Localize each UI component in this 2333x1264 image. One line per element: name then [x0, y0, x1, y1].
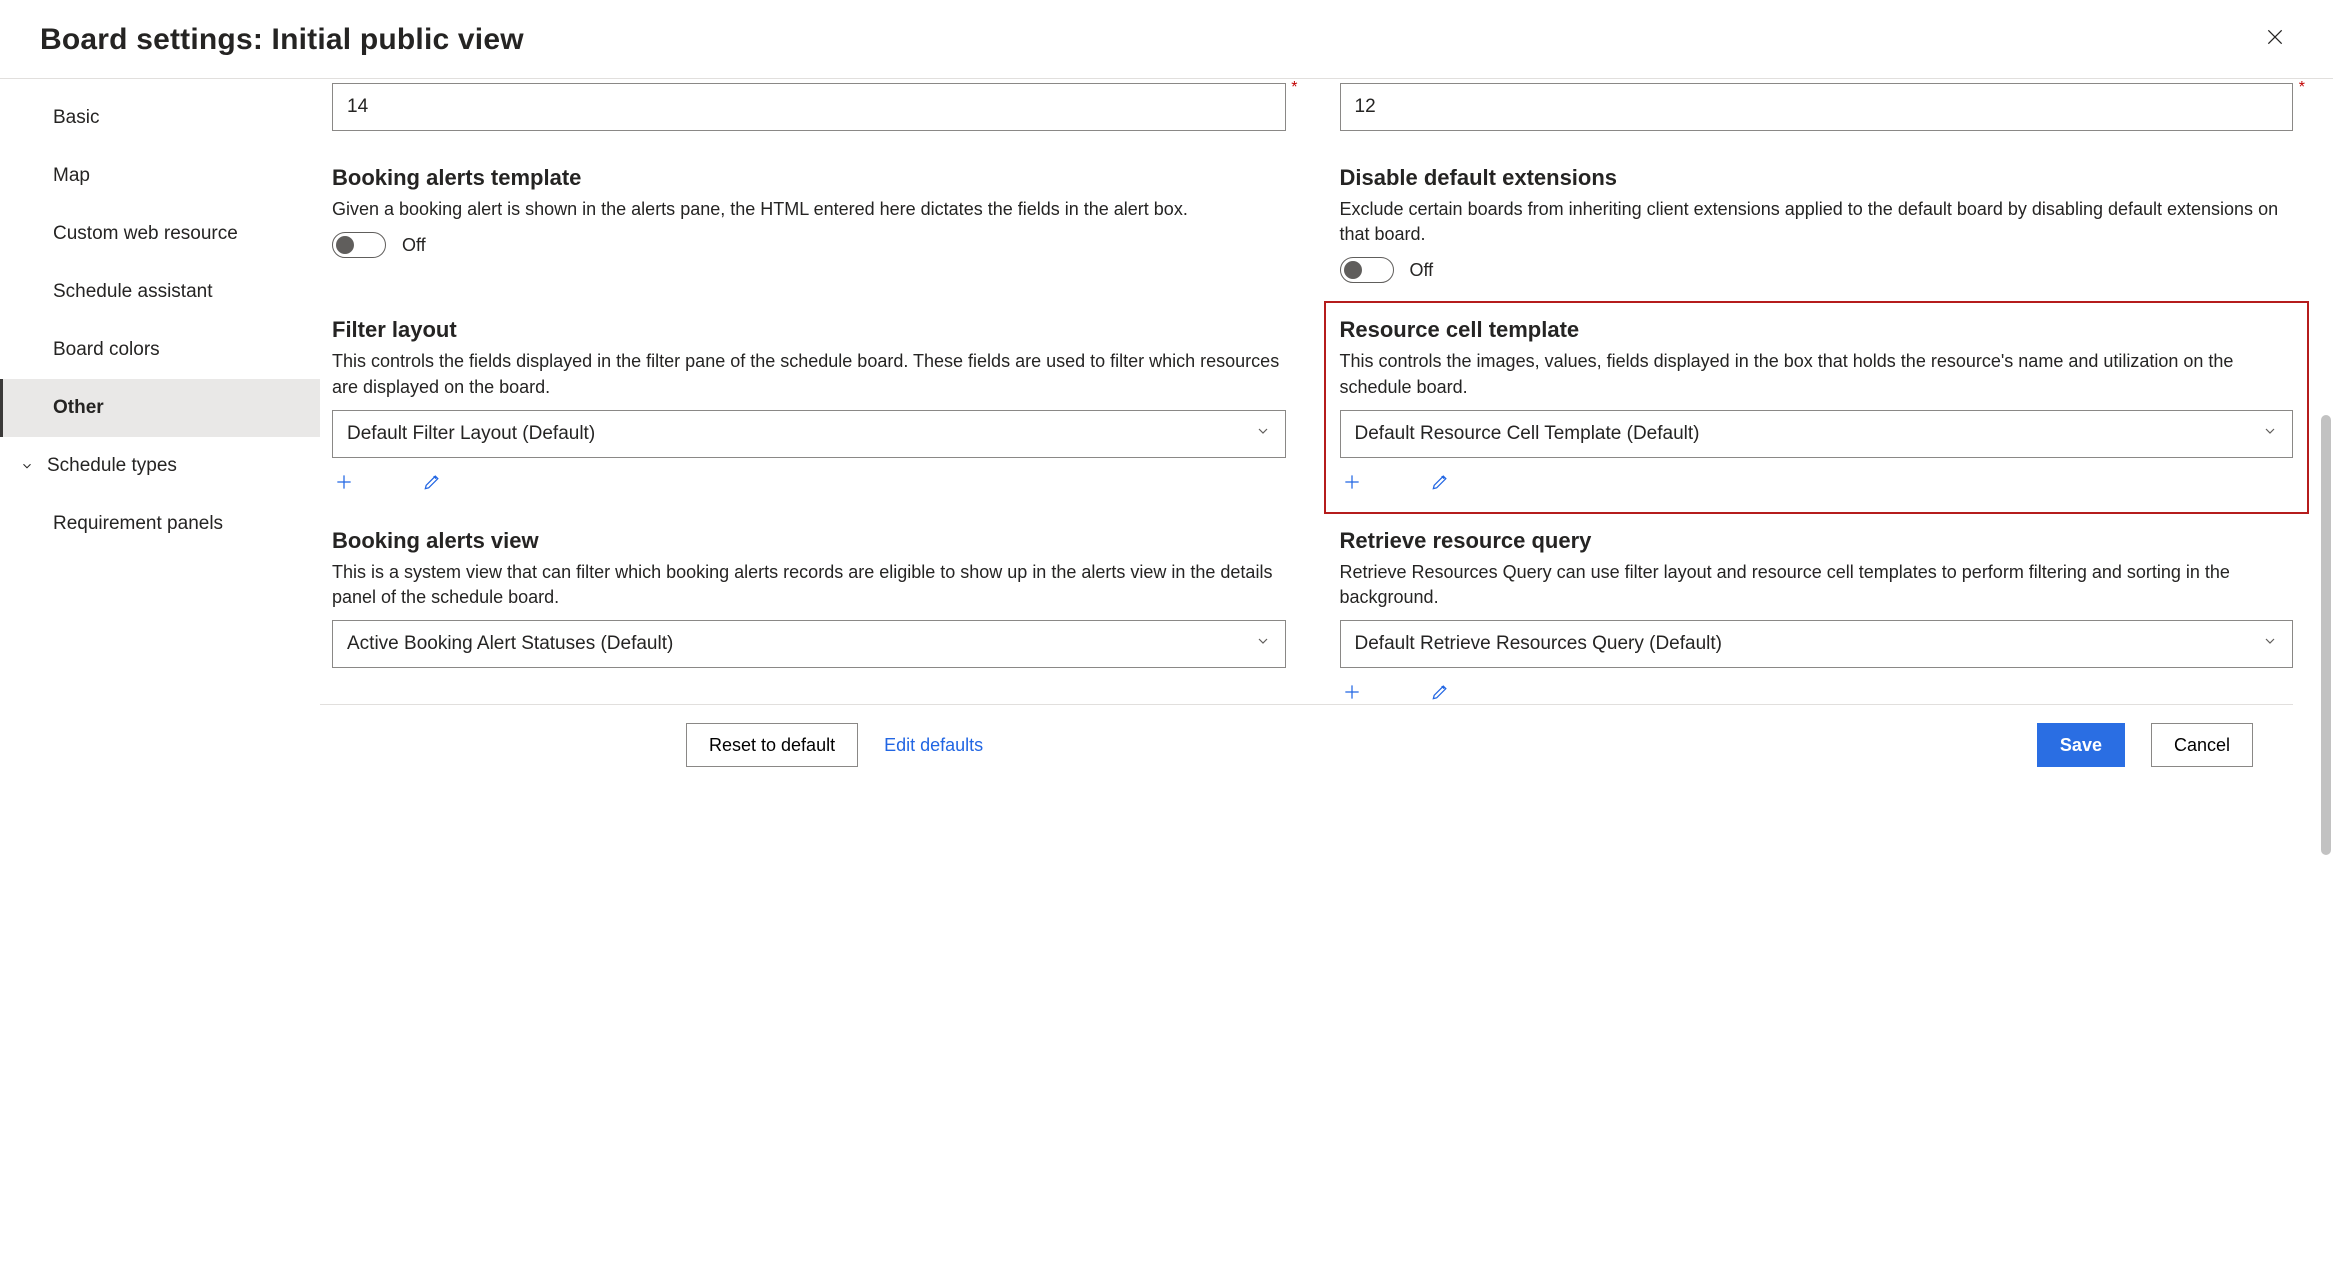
- cancel-button[interactable]: Cancel: [2151, 723, 2253, 767]
- toggle-label: Off: [1410, 260, 1434, 281]
- section-description: Retrieve Resources Query can use filter …: [1340, 560, 2294, 610]
- section-title: Booking alerts template: [332, 165, 1286, 191]
- section-filter-layout: Filter layout This controls the fields d…: [332, 317, 1286, 493]
- sidebar-item-label: Schedule types: [47, 455, 177, 477]
- chevron-down-icon: [1255, 423, 1271, 445]
- select-retrieve-resource-query[interactable]: Default Retrieve Resources Query (Defaul…: [1340, 620, 2294, 668]
- field-number-left[interactable]: 14: [332, 83, 1286, 131]
- dialog-footer: Reset to default Edit defaults Save Canc…: [320, 704, 2293, 785]
- sidebar-item-board-colors[interactable]: Board colors: [0, 321, 320, 379]
- section-description: Given a booking alert is shown in the al…: [332, 197, 1286, 222]
- sidebar-item-label: Schedule assistant: [53, 281, 213, 303]
- section-description: This controls the images, values, fields…: [1340, 349, 2294, 399]
- button-label: Reset to default: [709, 735, 835, 756]
- section-title: Disable default extensions: [1340, 165, 2294, 191]
- select-filter-layout[interactable]: Default Filter Layout (Default): [332, 410, 1286, 458]
- select-value: Default Filter Layout (Default): [347, 423, 595, 445]
- sidebar-item-schedule-types[interactable]: Schedule types: [0, 437, 320, 495]
- section-disable-default-extensions: Disable default extensions Exclude certa…: [1340, 165, 2294, 283]
- sidebar-item-basic[interactable]: Basic: [0, 89, 320, 147]
- filter-layout-actions: [332, 470, 1286, 494]
- sidebar-item-map[interactable]: Map: [0, 147, 320, 205]
- section-booking-alerts-view: Booking alerts view This is a system vie…: [332, 528, 1286, 704]
- field-number-right[interactable]: 12: [1340, 83, 2294, 131]
- toggle-knob: [1344, 261, 1362, 279]
- add-icon[interactable]: [1340, 680, 1364, 704]
- sidebar-item-label: Other: [53, 397, 104, 419]
- sidebar-item-label: Basic: [53, 107, 99, 129]
- sidebar-item-label: Map: [53, 165, 90, 187]
- sidebar-item-label: Requirement panels: [53, 513, 223, 535]
- edit-defaults-link[interactable]: Edit defaults: [884, 735, 983, 756]
- toggle-booking-alerts-template[interactable]: [332, 232, 386, 258]
- section-description: This controls the fields displayed in th…: [332, 349, 1286, 399]
- section-title: Resource cell template: [1340, 317, 2294, 343]
- edit-icon[interactable]: [420, 470, 444, 494]
- toggle-label: Off: [402, 235, 426, 256]
- link-label: Edit defaults: [884, 735, 983, 755]
- button-label: Save: [2060, 735, 2102, 756]
- section-description: Exclude certain boards from inheriting c…: [1340, 197, 2294, 247]
- section-resource-cell-template: Resource cell template This controls the…: [1340, 317, 2294, 493]
- dialog-title: Board settings: Initial public view: [40, 23, 524, 57]
- button-label: Cancel: [2174, 735, 2230, 756]
- sidebar-item-custom-web-resource[interactable]: Custom web resource: [0, 205, 320, 263]
- chevron-down-icon: [1255, 633, 1271, 655]
- section-retrieve-resource-query: Retrieve resource query Retrieve Resourc…: [1340, 528, 2294, 704]
- select-value: Default Retrieve Resources Query (Defaul…: [1355, 633, 1722, 655]
- sidebar-item-other[interactable]: Other: [0, 379, 320, 437]
- sidebar-item-schedule-assistant[interactable]: Schedule assistant: [0, 263, 320, 321]
- field-number-right-wrapper: 12: [1340, 83, 2294, 131]
- add-icon[interactable]: [332, 470, 356, 494]
- close-icon: [2265, 27, 2285, 53]
- sidebar-item-requirement-panels[interactable]: Requirement panels: [0, 495, 320, 553]
- remove-icon[interactable]: [376, 470, 400, 494]
- section-title: Retrieve resource query: [1340, 528, 2294, 554]
- scrollbar-thumb[interactable]: [2321, 415, 2331, 855]
- chevron-down-icon: [19, 458, 35, 474]
- sidebar-item-label: Board colors: [53, 339, 160, 361]
- dialog-header: Board settings: Initial public view: [0, 0, 2333, 79]
- select-resource-cell-template[interactable]: Default Resource Cell Template (Default): [1340, 410, 2294, 458]
- select-booking-alerts-view[interactable]: Active Booking Alert Statuses (Default): [332, 620, 1286, 668]
- settings-sidebar: Basic Map Custom web resource Schedule a…: [0, 79, 320, 1264]
- field-number-left-wrapper: 14: [332, 83, 1286, 131]
- section-description: This is a system view that can filter wh…: [332, 560, 1286, 610]
- toggle-disable-default-extensions[interactable]: [1340, 257, 1394, 283]
- edit-icon[interactable]: [1428, 470, 1452, 494]
- save-button[interactable]: Save: [2037, 723, 2125, 767]
- close-button[interactable]: [2257, 22, 2293, 58]
- select-value: Active Booking Alert Statuses (Default): [347, 633, 673, 655]
- remove-icon[interactable]: [1384, 470, 1408, 494]
- sidebar-item-label: Custom web resource: [53, 223, 238, 245]
- chevron-down-icon: [2262, 423, 2278, 445]
- chevron-down-icon: [2262, 633, 2278, 655]
- resource-cell-template-actions: [1340, 470, 2294, 494]
- highlight-box: Resource cell template This controls the…: [1324, 301, 2310, 513]
- field-value: 12: [1355, 96, 1376, 118]
- remove-icon[interactable]: [1384, 680, 1408, 704]
- dialog-body: Basic Map Custom web resource Schedule a…: [0, 79, 2333, 1264]
- section-title: Filter layout: [332, 317, 1286, 343]
- field-value: 14: [347, 96, 368, 118]
- retrieve-resource-query-actions: [1340, 680, 2294, 704]
- section-title: Booking alerts view: [332, 528, 1286, 554]
- section-booking-alerts-template: Booking alerts template Given a booking …: [332, 165, 1286, 283]
- edit-icon[interactable]: [1428, 680, 1452, 704]
- settings-main: 14 12 Booking alerts template Given a bo…: [320, 79, 2333, 1264]
- select-value: Default Resource Cell Template (Default): [1355, 423, 1700, 445]
- reset-to-default-button[interactable]: Reset to default: [686, 723, 858, 767]
- toggle-knob: [336, 236, 354, 254]
- add-icon[interactable]: [1340, 470, 1364, 494]
